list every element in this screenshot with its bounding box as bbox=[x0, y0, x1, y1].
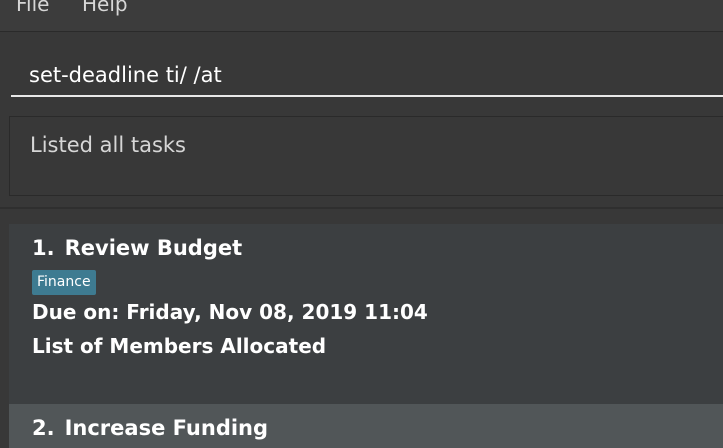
result-message: Listed all tasks bbox=[30, 133, 186, 157]
task-list[interactable]: 1. Review Budget Finance Due on: Friday, … bbox=[9, 224, 723, 448]
task-due-date: Due on: Friday, Nov 08, 2019 11:04 bbox=[32, 300, 428, 324]
task-index: 1. bbox=[32, 236, 55, 260]
task-tag: Finance bbox=[32, 270, 96, 295]
result-display: Listed all tasks bbox=[9, 116, 723, 196]
menu-file[interactable]: File bbox=[16, 0, 49, 16]
task-title: 1. Review Budget bbox=[32, 236, 242, 260]
menu-help[interactable]: Help bbox=[82, 0, 128, 16]
divider bbox=[0, 207, 723, 209]
command-input[interactable] bbox=[11, 55, 723, 97]
menu-bar: File Help bbox=[0, 0, 723, 32]
task-name: Increase Funding bbox=[64, 416, 269, 440]
task-index: 2. bbox=[32, 416, 55, 440]
task-card[interactable]: 1. Review Budget Finance Due on: Friday, … bbox=[9, 224, 723, 404]
task-members-label: List of Members Allocated bbox=[32, 334, 327, 358]
task-card[interactable]: 2. Increase Funding bbox=[9, 404, 723, 448]
task-name: Review Budget bbox=[64, 236, 243, 260]
task-title: 2. Increase Funding bbox=[32, 416, 268, 440]
